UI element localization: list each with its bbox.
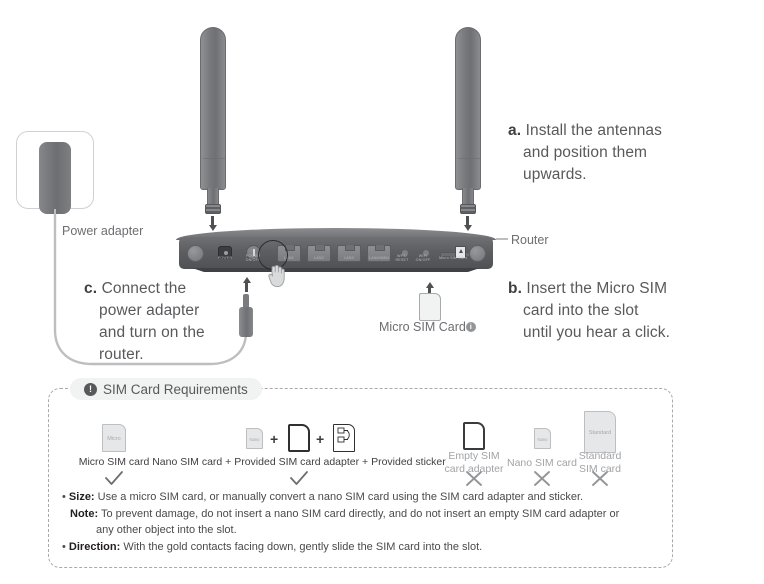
note-text-direction: With the gold contacts facing down, gent… [120,540,483,553]
step-b-label: b. [508,280,522,297]
step-b-line2: card into the slot [523,302,639,319]
step-b-line3: until you hear a click. [523,324,671,341]
step-c-line1: Connect the [101,280,187,297]
hand-cursor-icon [268,265,285,288]
step-c-label: c. [84,280,98,297]
lan4wan-label: LAN4/WAN [369,256,389,260]
bullet-marker-size: • [62,491,66,503]
antenna-right-neck [462,188,474,205]
router-right-knob [469,245,486,262]
note-row-size: • Size: Use a micro SIM card, or manuall… [62,489,662,506]
note-text-note: To prevent damage, do not insert a nano … [98,507,620,520]
step-a-line3: upwards. [523,166,587,183]
router-rear-panel [179,237,493,269]
nano-sim-glyph: Nano [246,428,263,449]
step-a-line2: and position them [523,144,648,161]
step-a-line1: Install the antennas [525,122,662,139]
sim-sticker-glyph [333,424,355,452]
antenna-left-thread [205,204,221,214]
step-c-line3: and turn on the [99,324,205,341]
router-base [192,268,480,272]
info-icon[interactable]: i [465,322,476,332]
power-jack-label: POWER [217,256,233,260]
step-b-line1: Insert the Micro SIM [526,280,668,297]
note-row-note-cont: any other object into the slot. [62,522,662,539]
empty-sim-adapter-glyph [463,422,485,450]
router-left-knob [187,245,204,262]
exclamation-icon: ! [84,382,97,396]
sim-card-adapter-glyph [288,424,310,452]
note-text-note-cont: any other object into the slot. [96,524,237,536]
micro-sim-card-callout-label: Micro SIM Card i [379,320,476,334]
plus-sign-1: + [270,431,279,447]
power-adapter-body [39,142,71,214]
power-adapter-label: Power adapter [62,224,144,238]
step-a-label: a. [508,122,522,139]
sim-requirements-title: ! SIM Card Requirements [70,378,262,400]
micro-sim-caption: Micro SIM card [78,456,150,468]
nano-adapter-sticker-caption: Nano SIM card + Provided SIM card adapte… [152,456,446,468]
antenna-right-thread [460,204,476,214]
step-c-text: c. Connect the power adapter and turn on… [84,278,254,366]
nano-sim-rejected-glyph: Nano [534,428,551,449]
micro-sim-slot-label: Micro SIM Card [439,256,467,260]
step-a-text: a. Install the antennas and position the… [508,120,718,186]
router-label: Router [511,233,549,247]
router-label-line [496,238,508,240]
note-text-size: Use a micro SIM card, or manually conver… [94,491,584,503]
antenna-left-body [200,27,226,190]
note-label-direction: Direction: [68,540,121,553]
note-row-direction: • Direction: With the gold contacts faci… [62,539,662,556]
micro-sim-glyph: Micro [102,424,126,452]
note-label-size: Size: [68,491,95,503]
sim-requirements-title-text: SIM Card Requirements [103,381,248,397]
sim-requirements-notes: • Size: Use a micro SIM card, or manuall… [62,489,662,555]
bullet-marker-direction: • [62,540,66,553]
router-device: POWER POWER ON/OFF LAN1 LAN2 LAN3 LAN4/WA… [176,228,496,278]
standard-sim-glyph: Standard [584,411,616,453]
lan2-label: LAN2 [314,256,324,260]
wifi-onoff-label: WIFI ON/OFF [415,254,431,263]
note-row-note: Note: To prevent damage, do not insert a… [62,506,662,523]
step-b-text: b. Insert the Micro SIM card into the sl… [508,278,723,344]
plus-sign-2: + [316,431,325,447]
micro-sim-card-text: Micro SIM Card [379,320,466,334]
micro-sim-card-graphic [419,293,441,321]
note-label-note: Note: [70,507,99,520]
nano-sim-rejected-caption: Nano SIM card [506,457,578,469]
antenna-right-body [455,27,481,190]
step-c-line4: router. [99,346,144,363]
power-adapter-label-line [54,209,56,237]
wps-reset-label: WPS/RESET [395,254,409,263]
step-c-line2: power adapter [99,302,200,319]
lan3-label: LAN3 [344,256,354,260]
antenna-left-neck [207,188,219,205]
